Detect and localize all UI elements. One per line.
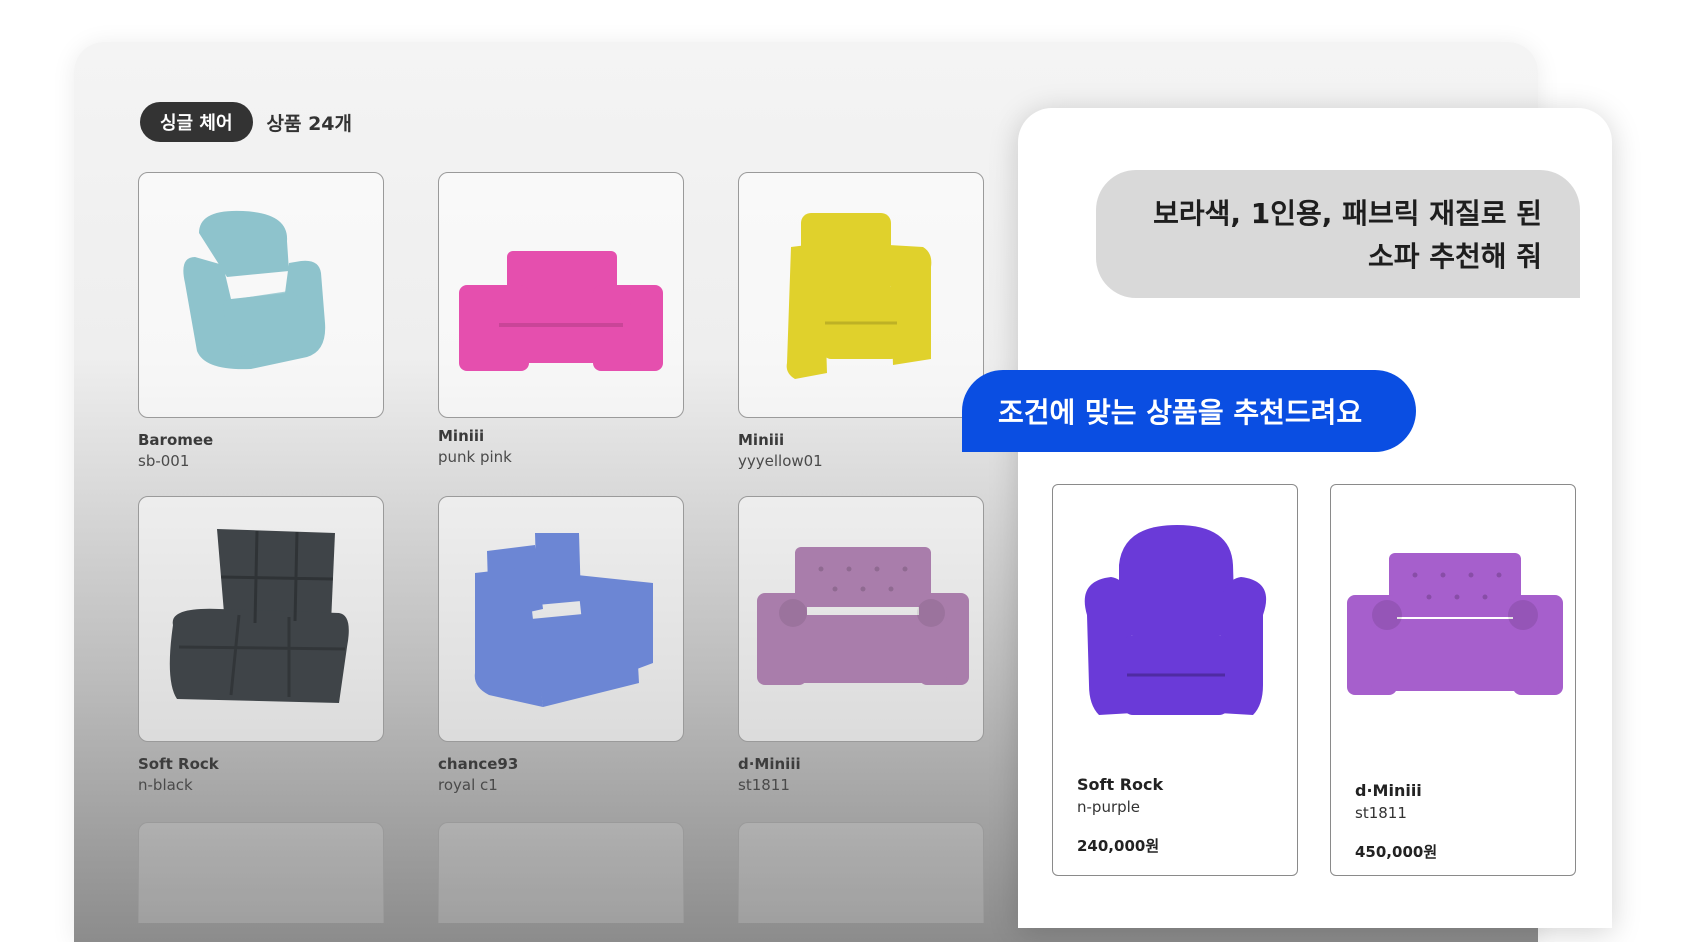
product-card[interactable]: Baromee sb-001 [138, 172, 384, 472]
product-image[interactable] [138, 496, 384, 742]
tufted-loveseat-icon [757, 547, 969, 685]
recommendation-card[interactable]: Soft Rock n-purple 240,000원 [1052, 484, 1298, 876]
product-count: 상품 24개 [266, 112, 353, 135]
recommendation-card[interactable]: d·Miniii st1811 450,000원 [1330, 484, 1576, 876]
product-card[interactable] [738, 822, 984, 923]
recommendation-name: Soft Rock [1077, 775, 1164, 794]
product-image[interactable] [738, 822, 984, 923]
product-name: Miniii [438, 427, 485, 445]
tufted-loveseat-icon [1347, 553, 1563, 695]
product-name: chance93 [438, 755, 519, 773]
product-code: royal c1 [438, 776, 498, 794]
product-card[interactable] [438, 822, 684, 923]
product-code: sb-001 [138, 452, 190, 470]
chat-panel: 보라색, 1인용, 패브릭 재질로 된 소파 추천해 줘 Soft Rock n… [1018, 108, 1612, 928]
armchair-icon [1084, 525, 1267, 715]
product-card[interactable] [138, 822, 384, 923]
product-name: d·Miniii [738, 755, 801, 773]
product-name: Soft Rock [138, 755, 219, 773]
product-name: Miniii [738, 431, 785, 449]
product-image[interactable] [138, 172, 384, 418]
product-card[interactable]: Soft Rock n-black [138, 496, 384, 796]
product-image[interactable] [138, 822, 384, 923]
recommendation-code: st1811 [1355, 804, 1407, 822]
product-card[interactable]: Miniii yyyellow01 [738, 172, 984, 472]
armchair-icon [786, 213, 932, 379]
product-code: yyyellow01 [738, 452, 823, 470]
product-card[interactable]: chance93 royal c1 [438, 496, 684, 796]
category-chip[interactable]: 싱글 체어 [140, 102, 253, 142]
product-code: n-black [138, 776, 193, 794]
bot-message-bubble: 조건에 맞는 상품을 추천드려요 [962, 370, 1416, 452]
recommendation-price: 240,000원 [1077, 837, 1160, 855]
product-code: punk pink [438, 448, 512, 466]
product-code: st1811 [738, 776, 790, 794]
product-image[interactable] [438, 822, 684, 923]
floor-chair-icon [169, 529, 349, 703]
product-card[interactable]: d·Miniii st1811 [738, 496, 984, 796]
catalog-header: 싱글 체어 상품 24개 [140, 102, 352, 142]
recommendation-name: d·Miniii [1355, 781, 1422, 800]
armchair-recliner-icon [183, 210, 326, 370]
product-name: Baromee [138, 431, 214, 449]
recommendation-price: 450,000원 [1355, 843, 1438, 861]
user-message-bubble: 보라색, 1인용, 패브릭 재질로 된 소파 추천해 줘 [1096, 170, 1580, 298]
product-image[interactable] [438, 496, 684, 742]
product-image[interactable] [438, 172, 684, 418]
product-card[interactable]: Miniii punk pink [438, 172, 684, 468]
recommendation-code: n-purple [1077, 798, 1141, 816]
product-image[interactable] [738, 172, 984, 418]
armchair-icon [474, 533, 653, 707]
product-image[interactable] [738, 496, 984, 742]
loveseat-icon [459, 251, 663, 371]
